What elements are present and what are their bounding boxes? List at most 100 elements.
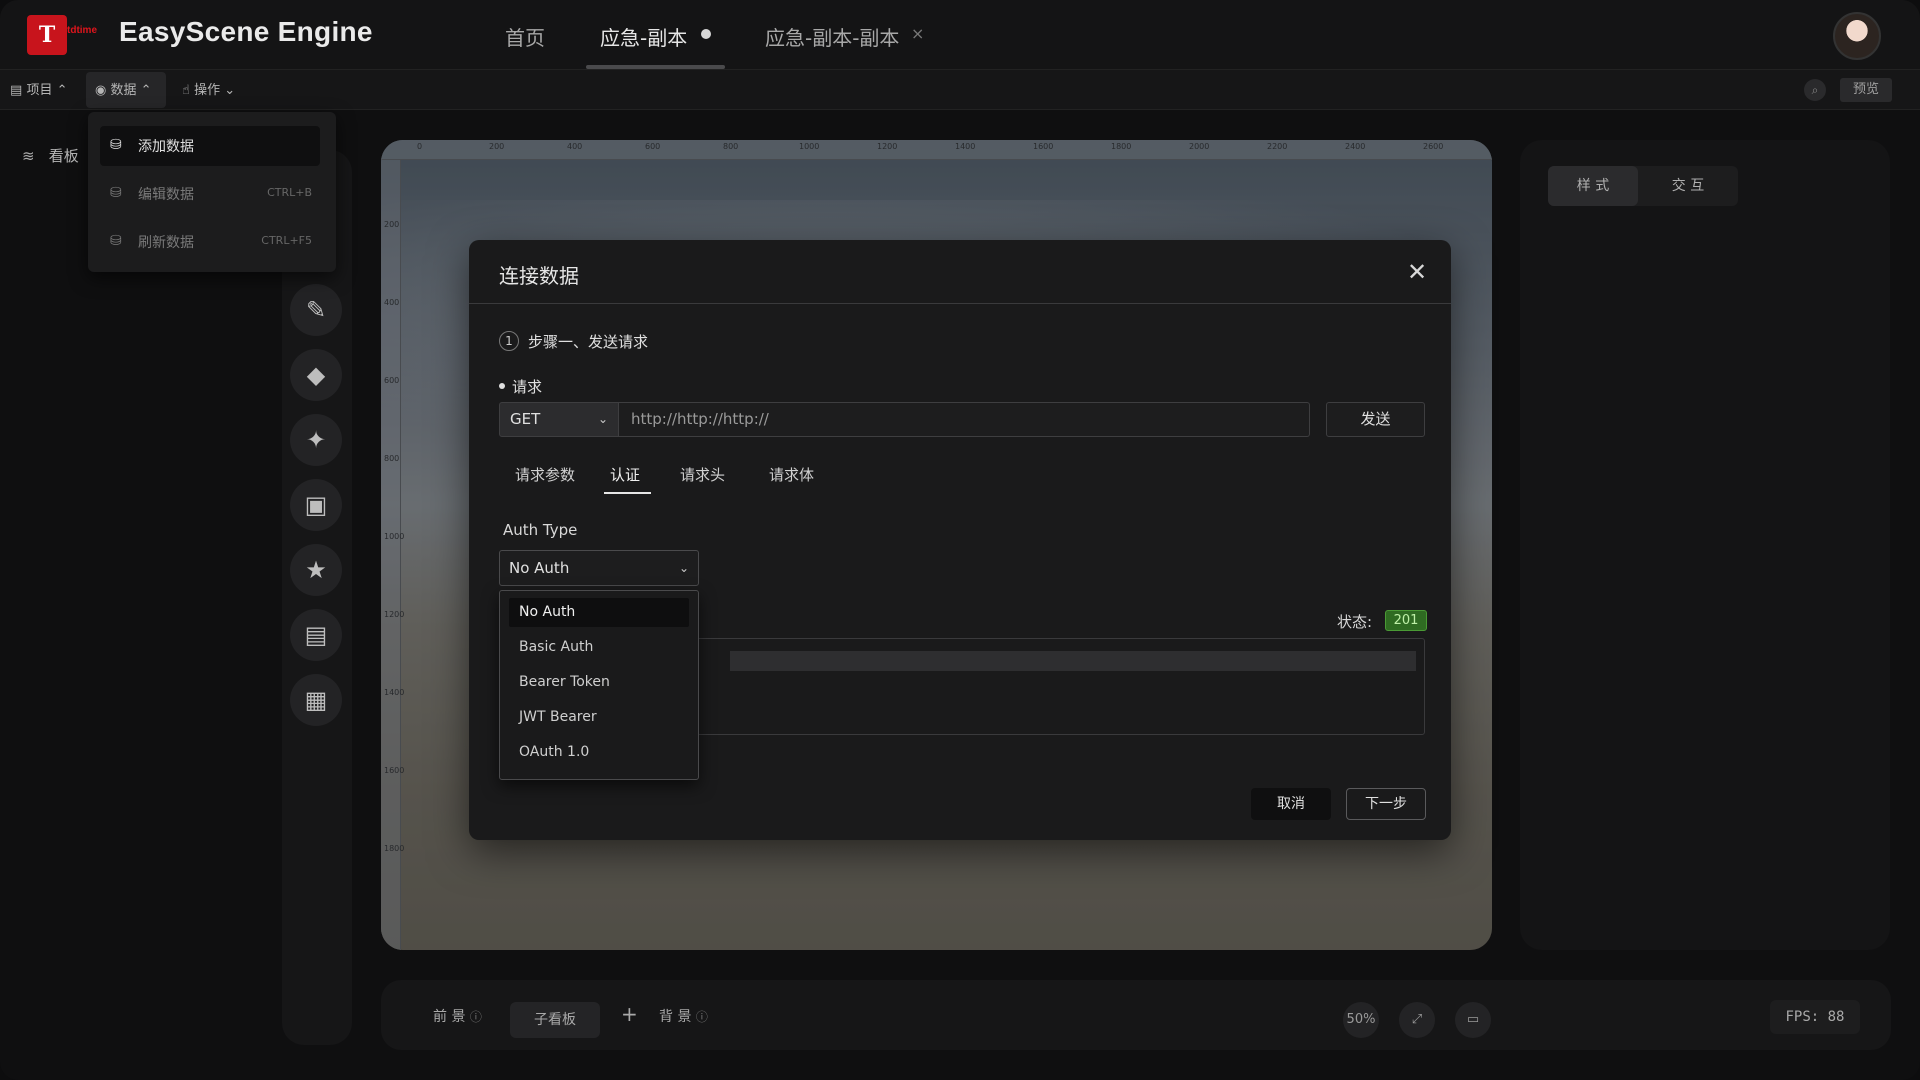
database-edit-icon: ⛁ (110, 185, 122, 201)
unsaved-dot-icon (701, 29, 711, 39)
menu-item-shortcut: CTRL+F5 (261, 234, 312, 247)
sub-board-button[interactable]: 子看板 (510, 1002, 600, 1038)
app-title: EasyScene Engine (119, 16, 373, 47)
bottom-bar: 前 景 ⓘ 子看板 + 背 景 ⓘ 50% ⤢ ▭ (381, 980, 1891, 1050)
left-item-board-label: 看板 (48, 147, 79, 165)
tab-emergency-copy-copy[interactable]: 应急-副本-副本 (765, 22, 899, 70)
step-label: 步骤一、发送请求 (528, 333, 649, 351)
method-value: GET (510, 410, 541, 428)
data-menu: ⛁ 添加数据 ⛁ 编辑数据 CTRL+B ⛁ 刷新数据 CTRL+F5 (88, 112, 336, 272)
chevron-down-icon: ⌄ (597, 412, 608, 426)
bullet-icon (499, 383, 505, 389)
tab-auth[interactable]: 认证 (610, 464, 640, 485)
step-number: 1 (499, 331, 519, 351)
tab-request-body[interactable]: 请求体 (769, 464, 814, 485)
database-add-icon: ⛁ (110, 137, 122, 153)
toolbar-operate-label: 操作 (194, 83, 221, 98)
grid-icon[interactable]: ▦ (290, 674, 342, 726)
right-panel: 样 式 交 互 (1520, 140, 1890, 950)
chevron-up-icon: ⌃ (140, 83, 152, 98)
add-icon[interactable]: + (621, 1002, 638, 1026)
chevron-down-icon: ⌄ (224, 83, 236, 98)
auth-type-label: Auth Type (503, 521, 578, 539)
tab-request-headers[interactable]: 请求头 (680, 464, 725, 485)
top-bar: T tdtime EasyScene Engine 首页 应急-副本 应急-副本… (0, 0, 1920, 70)
menu-item-shortcut: CTRL+B (267, 186, 312, 199)
status-label: 状态: (1337, 613, 1373, 631)
background-button[interactable]: 背 景 ⓘ (659, 1006, 708, 1026)
menu-item-label: 添加数据 (138, 139, 194, 155)
menu-item-add-data[interactable]: ⛁ 添加数据 (100, 126, 320, 166)
layers-icon[interactable]: ▣ (290, 479, 342, 531)
auth-option-basic-auth[interactable]: Basic Auth (509, 633, 689, 662)
left-item-board[interactable]: ≋ 看板 (22, 145, 79, 166)
database-refresh-icon: ⛁ (110, 233, 122, 249)
foreground-label: 前 景 (433, 1009, 466, 1025)
tab-emergency-copy[interactable]: 应急-副本 (600, 22, 687, 70)
toolbar-project-label: 项目 (26, 83, 53, 98)
send-button[interactable]: 发送 (1326, 402, 1425, 437)
layers-icon: ≋ (22, 147, 35, 165)
auth-type-select[interactable]: No Auth ⌄ (499, 550, 699, 586)
status-badge: 201 (1385, 610, 1427, 631)
search-icon[interactable]: ⌕ (1804, 79, 1826, 101)
screen-icon[interactable]: ▭ (1455, 1002, 1491, 1038)
auth-option-jwt-bearer[interactable]: JWT Bearer (509, 703, 689, 732)
tab-style[interactable]: 样 式 (1548, 166, 1638, 206)
magic-wand-icon[interactable]: ✦ (290, 414, 342, 466)
chevron-down-icon: ⌄ (678, 561, 689, 575)
menu-item-label: 编辑数据 (138, 187, 194, 203)
app-window: T tdtime EasyScene Engine 首页 应急-副本 应急-副本… (0, 0, 1920, 1080)
tab-home[interactable]: 首页 (505, 22, 545, 70)
tab-interaction[interactable]: 交 互 (1643, 166, 1733, 206)
dialog-title: 连接数据 (499, 264, 579, 288)
zoom-level[interactable]: 50% (1343, 1002, 1379, 1038)
menu-item-refresh-data[interactable]: ⛁ 刷新数据 CTRL+F5 (100, 222, 320, 262)
tab-close-icon[interactable]: × (911, 24, 924, 43)
method-select[interactable]: GET ⌄ (499, 402, 619, 437)
toolbar-data-button[interactable]: ◉ 数据 ⌃ (95, 79, 152, 98)
dialog-header: 连接数据 ✕ (469, 240, 1451, 304)
menu-item-label: 刷新数据 (138, 235, 194, 251)
request-label: 请求 (512, 378, 543, 396)
url-input[interactable]: http://http://http:// (619, 402, 1310, 437)
toolbar-operate-button[interactable]: ☝ 操作 ⌄ (182, 79, 235, 98)
cancel-button[interactable]: 取消 (1251, 788, 1331, 820)
toolbar-project-button[interactable]: ▤ 项目 ⌃ (10, 79, 68, 98)
active-tab-indicator (604, 492, 651, 494)
brush-icon[interactable]: ✎ (290, 284, 342, 336)
info-icon: ⓘ (469, 1010, 482, 1024)
next-button[interactable]: 下一步 (1346, 788, 1426, 820)
response-line (730, 651, 1416, 671)
file-icon: ▤ (10, 83, 23, 98)
gem-icon[interactable]: ◆ (290, 349, 342, 401)
expand-icon[interactable]: ⤢ (1399, 1002, 1435, 1038)
database-icon: ◉ (95, 83, 107, 98)
auth-option-bearer-token[interactable]: Bearer Token (509, 668, 689, 697)
auth-option-no-auth[interactable]: No Auth (509, 598, 689, 627)
star-icon[interactable]: ★ (290, 544, 342, 596)
logo-mark: T (27, 15, 67, 55)
app-logo: T tdtime (27, 15, 101, 55)
cursor-icon: ☝ (182, 83, 190, 98)
toolbar: ▤ 项目 ⌃ ◉ 数据 ⌃ ☝ 操作 ⌄ ⌕ 预览 (0, 70, 1920, 110)
document-icon[interactable]: ▤ (290, 609, 342, 661)
active-tab-indicator (586, 65, 725, 69)
tab-request-params[interactable]: 请求参数 (515, 464, 575, 485)
auth-type-value: No Auth (509, 559, 570, 577)
auth-type-dropdown: No Auth Basic Auth Bearer Token JWT Bear… (499, 590, 699, 780)
logo-text: tdtime (67, 25, 97, 36)
toolbar-data-label: 数据 (110, 83, 137, 98)
background-label: 背 景 (659, 1009, 692, 1025)
preview-button[interactable]: 预览 (1840, 78, 1892, 102)
auth-option-oauth1[interactable]: OAuth 1.0 (509, 738, 689, 767)
menu-item-edit-data[interactable]: ⛁ 编辑数据 CTRL+B (100, 174, 320, 214)
chevron-up-icon: ⌃ (56, 83, 68, 98)
fps-counter: FPS: 88 (1770, 1000, 1860, 1034)
user-avatar[interactable] (1833, 12, 1881, 60)
info-icon: ⓘ (695, 1010, 708, 1024)
close-icon[interactable]: ✕ (1407, 258, 1427, 286)
foreground-button[interactable]: 前 景 ⓘ (433, 1006, 482, 1026)
right-panel-tabs: 样 式 交 互 (1548, 166, 1738, 206)
connect-data-dialog: 连接数据 ✕ 1 步骤一、发送请求 请求 GET ⌄ http://http:/… (469, 240, 1451, 840)
